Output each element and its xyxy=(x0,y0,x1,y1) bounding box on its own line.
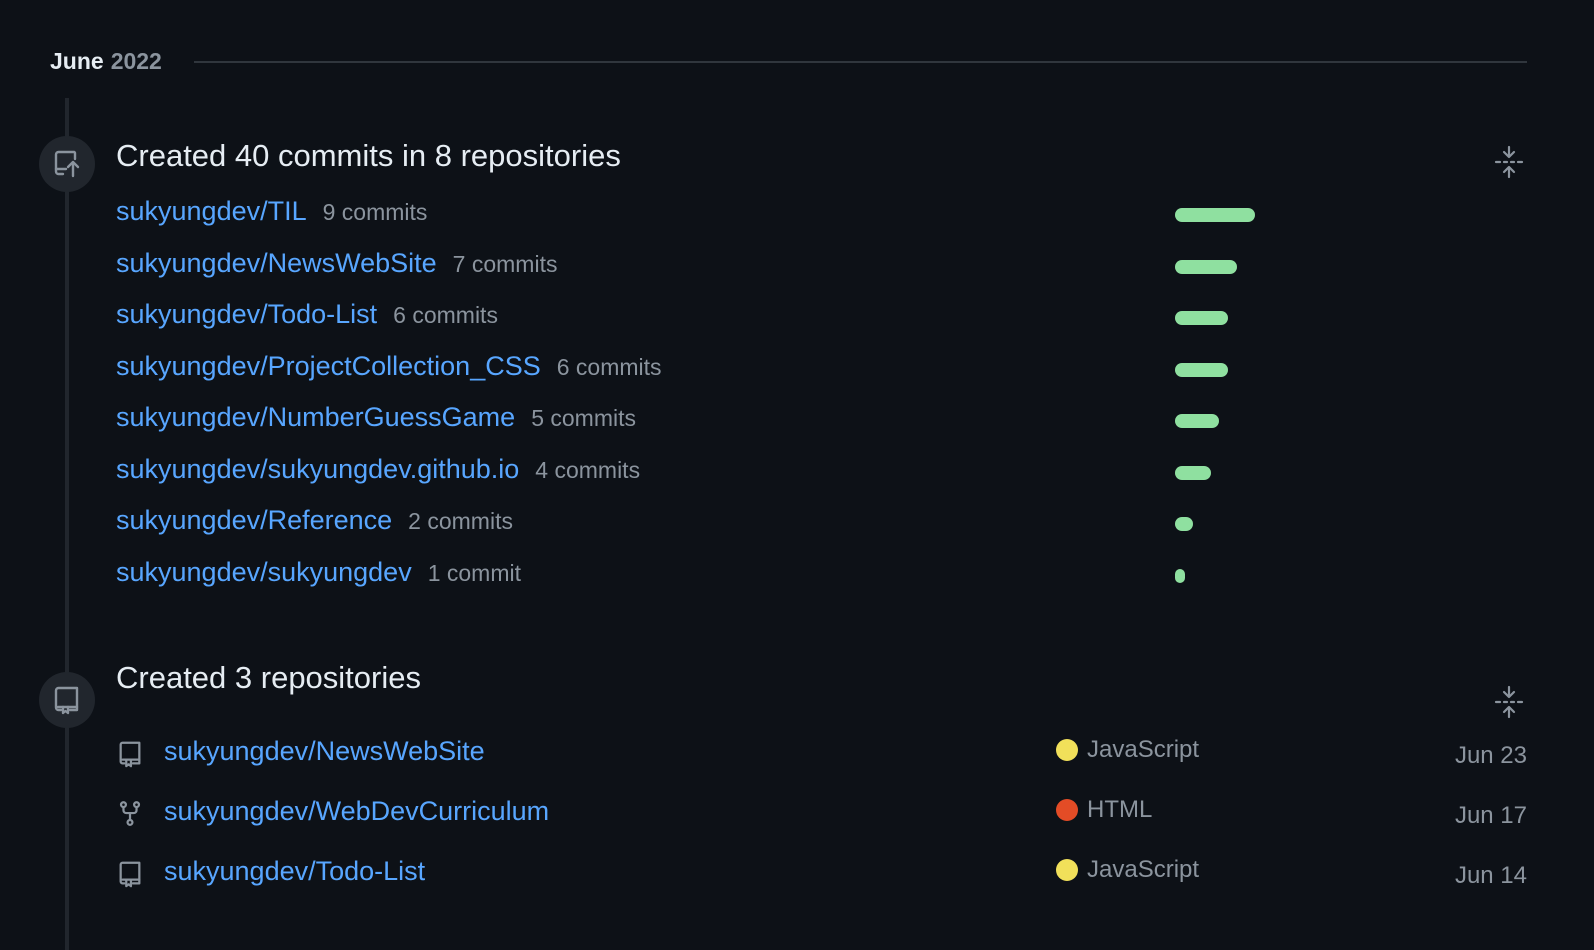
fold-icon xyxy=(1494,145,1524,179)
repo-created-date: Jun 23 xyxy=(1454,742,1527,769)
commit-repo-link[interactable]: sukyungdev/NumberGuessGame xyxy=(116,402,515,433)
language-name: JavaScript xyxy=(1087,736,1200,763)
repo-language: JavaScript xyxy=(1056,856,1199,884)
commit-activity-bar xyxy=(1175,517,1193,531)
fork-icon xyxy=(119,801,141,826)
repo-push-icon xyxy=(54,150,80,178)
month-label: June xyxy=(50,48,104,74)
commit-repo-link[interactable]: sukyungdev/TIL xyxy=(116,196,307,227)
created-repo-row: sukyungdev/Todo-List JavaScript Jun 14 xyxy=(116,854,1527,894)
commit-repo-link[interactable]: sukyungdev/Reference xyxy=(116,505,392,536)
commit-count: 1 commit xyxy=(427,559,521,586)
created-repo-row: sukyungdev/WebDevCurriculum HTML Jun 17 xyxy=(116,794,1527,834)
created-repo-link[interactable]: sukyungdev/WebDevCurriculum xyxy=(164,796,549,827)
commit-repo-row: sukyungdev/sukyungdev.github.io 4 commits xyxy=(116,454,640,485)
commit-count: 9 commits xyxy=(322,199,428,225)
language-name: HTML xyxy=(1087,796,1153,823)
repo-icon xyxy=(119,861,141,888)
created-repo-row: sukyungdev/NewsWebSite JavaScript Jun 23 xyxy=(116,734,1527,774)
commit-count: 2 commits xyxy=(408,508,513,534)
commit-repo-row: sukyungdev/NumberGuessGame 5 commits xyxy=(116,402,636,433)
language-color-dot xyxy=(1056,739,1078,761)
commit-repo-row: sukyungdev/sukyungdev 1 commit xyxy=(116,557,521,588)
repo-language: JavaScript xyxy=(1056,736,1199,764)
language-name: JavaScript xyxy=(1087,856,1200,883)
commit-activity-bar xyxy=(1175,568,1185,583)
commit-count: 5 commits xyxy=(531,405,636,431)
commit-activity-bar xyxy=(1175,259,1237,274)
language-color-dot xyxy=(1056,859,1078,881)
commit-repo-row: sukyungdev/TIL 9 commits xyxy=(116,196,427,227)
commit-count: 6 commits xyxy=(556,353,662,380)
repo-created-date: Jun 17 xyxy=(1454,802,1527,829)
push-icon-badge xyxy=(39,136,95,192)
commit-repo-link[interactable]: sukyungdev/ProjectCollection_CSS xyxy=(116,351,541,382)
repos-section-title: Created 3 repositories xyxy=(116,660,421,695)
fold-icon xyxy=(1494,685,1524,719)
commit-activity-bar xyxy=(1175,414,1219,428)
month-divider xyxy=(193,60,1527,63)
repo-created-date: Jun 14 xyxy=(1454,862,1527,889)
commit-repo-row: sukyungdev/Reference 2 commits xyxy=(116,505,513,536)
commit-repo-link[interactable]: sukyungdev/Todo-List xyxy=(116,299,377,330)
commits-section-title: Created 40 commits in 8 repositories xyxy=(116,138,621,173)
commit-repo-row: sukyungdev/Todo-List 6 commits xyxy=(116,299,498,330)
commit-repo-link[interactable]: sukyungdev/sukyungdev.github.io xyxy=(116,454,519,485)
repo-icon xyxy=(54,686,79,715)
commit-count: 7 commits xyxy=(452,250,558,277)
repos-collapse-button[interactable] xyxy=(1491,682,1527,722)
timeline-line xyxy=(65,98,69,950)
commit-repo-link[interactable]: sukyungdev/NewsWebSite xyxy=(116,248,437,279)
commit-count: 4 commits xyxy=(535,456,641,483)
commits-collapse-button[interactable] xyxy=(1491,142,1527,182)
commit-repo-row: sukyungdev/NewsWebSite 7 commits xyxy=(116,248,557,279)
language-color-dot xyxy=(1056,799,1078,821)
commit-activity-bar xyxy=(1175,465,1211,480)
commit-repo-link[interactable]: sukyungdev/sukyungdev xyxy=(116,557,412,588)
commit-activity-bar xyxy=(1175,311,1228,325)
repo-icon-badge xyxy=(39,672,95,728)
month-header: June 2022 xyxy=(50,48,1527,75)
repo-language: HTML xyxy=(1056,796,1152,824)
created-repo-link[interactable]: sukyungdev/NewsWebSite xyxy=(164,736,485,767)
commit-count: 6 commits xyxy=(393,302,498,328)
commit-activity-bar xyxy=(1175,208,1255,222)
year-label: 2022 xyxy=(110,48,162,74)
commit-repo-row: sukyungdev/ProjectCollection_CSS 6 commit… xyxy=(116,351,662,382)
repo-icon xyxy=(119,741,141,768)
commit-activity-bar xyxy=(1175,362,1228,377)
created-repo-link[interactable]: sukyungdev/Todo-List xyxy=(164,856,425,887)
